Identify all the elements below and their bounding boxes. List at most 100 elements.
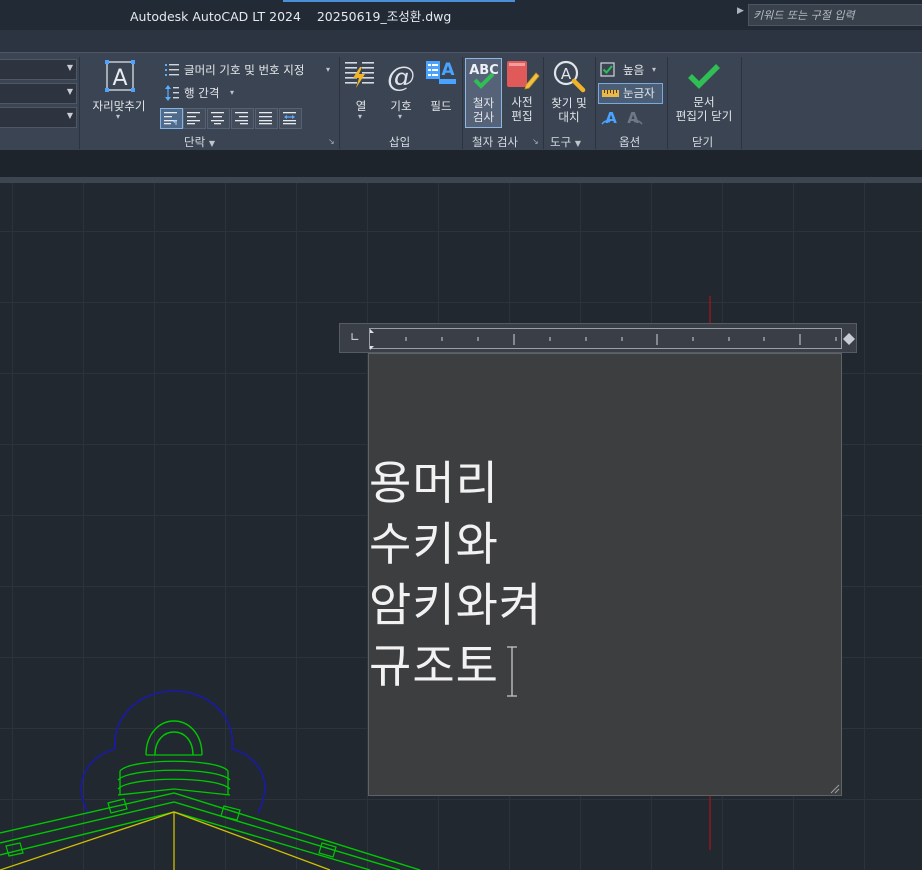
chevron-down-icon: ▾ <box>326 65 331 74</box>
align-center-icon <box>211 112 224 125</box>
ruler-icon <box>602 90 619 97</box>
justify-label: 자리맞추기 <box>92 99 146 113</box>
align-center-button[interactable] <box>207 108 230 129</box>
line-spacing-label: 행 간격 <box>184 86 220 100</box>
find-replace-button[interactable]: A 찾기 및 대치 <box>547 57 591 127</box>
chevron-down-icon: ▾ <box>398 112 403 121</box>
drawing-canvas[interactable]: ∟ 용머리 수키와 암키와켜 규조토 <box>0 183 922 870</box>
spell-check-button[interactable]: ABC 철자 검사 <box>465 58 502 128</box>
paragraph-panel-title[interactable]: 단락 ▼ <box>184 134 215 150</box>
text-cursor-icon <box>507 646 517 697</box>
chevron-down-icon: ▼ <box>66 63 73 72</box>
distribute-icon <box>283 112 296 125</box>
svg-text:A: A <box>627 109 639 127</box>
field-button[interactable]: A 필드 <box>423 57 459 113</box>
field-icon: A <box>426 60 456 84</box>
canvas-header <box>0 150 922 177</box>
chevron-down-icon: ▼ <box>66 87 73 96</box>
resize-grip-icon[interactable] <box>828 782 840 794</box>
chevron-down-icon: ▾ <box>358 112 363 121</box>
dialog-launcher-icon[interactable]: ↘ <box>328 137 335 146</box>
close-editor-button[interactable]: 문서 편집기 닫기 <box>670 57 738 127</box>
find-replace-icon: A <box>553 60 586 93</box>
align-left-paragraph-button[interactable]: ¶ <box>160 108 183 129</box>
svg-text:ABC: ABC <box>469 63 499 78</box>
text-ruler[interactable]: ∟ <box>339 323 857 353</box>
align-left-button[interactable] <box>183 108 206 129</box>
columns-icon <box>345 62 374 88</box>
dialog-launcher-icon[interactable]: ↘ <box>532 137 539 146</box>
text-redo-icon: A <box>627 109 643 127</box>
spell-check-label-1: 철자 <box>472 96 495 110</box>
chevron-down-icon: ▾ <box>652 65 657 74</box>
spell-check-label-2: 검사 <box>472 110 495 124</box>
chevron-down-icon: ▼ <box>574 139 581 148</box>
ruler-track[interactable] <box>369 328 842 350</box>
bullets-label: 글머리 기호 및 번호 지정 <box>184 63 305 77</box>
panel-divider <box>667 57 668 149</box>
height-option-button[interactable]: 높음 ▾ <box>599 61 661 79</box>
file-name: 20250619_조성환.dwg <box>316 9 452 24</box>
ribbon: ▼ ▼ ▼ A 자리맞추기 ▾ 글머리 기호 및 번호 지정 ▾ 행 간격 ▾ … <box>0 52 922 151</box>
window-title: Autodesk AutoCAD LT 2024 20250619_조성환.dw… <box>130 6 451 25</box>
insert-panel-title: 삽입 <box>389 135 411 149</box>
chevron-down-icon: ▼ <box>208 139 215 148</box>
height-option-label: 높음 <box>623 63 645 77</box>
title-bar: Autodesk AutoCAD LT 2024 20250619_조성환.dw… <box>0 0 922 30</box>
line-spacing-button[interactable]: 행 간격 ▾ <box>163 84 243 102</box>
style-dropdown[interactable]: ▼ <box>0 59 77 80</box>
ruler-resize-diamond-icon[interactable] <box>843 333 855 345</box>
tools-panel-title[interactable]: 도구 ▼ <box>550 134 581 150</box>
checkmark-icon <box>688 64 720 89</box>
panel-divider <box>79 57 80 149</box>
chevron-down-icon: ▼ <box>66 111 73 120</box>
checkbox-checked-icon <box>600 62 615 77</box>
distribute-button[interactable] <box>279 108 302 129</box>
justify-align-button[interactable] <box>255 108 278 129</box>
align-right-icon <box>235 112 248 125</box>
svg-text:A: A <box>112 66 127 91</box>
search-input[interactable] <box>753 7 918 23</box>
symbol-button[interactable]: @ 기호 ▾ <box>383 57 419 123</box>
panel-divider <box>741 57 742 149</box>
svg-text:@: @ <box>387 60 415 93</box>
text-line[interactable]: 용머리 <box>369 453 542 514</box>
panel-divider <box>339 57 340 149</box>
edit-dictionary-button[interactable]: 사전 편집 <box>504 57 540 127</box>
tab-strip <box>0 30 922 52</box>
options-panel-title: 옵션 <box>619 135 641 149</box>
font-dropdown[interactable]: ▼ <box>0 83 77 104</box>
panel-divider <box>595 57 596 149</box>
tab-stop-icon[interactable]: ∟ <box>350 330 360 344</box>
text-line[interactable]: 수키와 <box>369 514 542 575</box>
justify-button[interactable]: A 자리맞추기 ▾ <box>83 57 155 123</box>
svg-text:A: A <box>605 109 617 127</box>
svg-text:A: A <box>441 60 455 80</box>
color-dropdown[interactable]: ▼ <box>0 107 77 128</box>
dictionary-icon <box>507 61 540 90</box>
text-line[interactable]: 암키와켜 <box>369 575 542 636</box>
columns-button[interactable]: 열 ▾ <box>343 57 379 123</box>
ruler-label: 눈금자 <box>623 86 655 100</box>
align-right-button[interactable] <box>231 108 254 129</box>
search-box[interactable] <box>748 4 922 26</box>
panel-divider <box>543 57 544 149</box>
panel-divider <box>462 57 463 149</box>
align-left-icon <box>187 112 200 125</box>
spell-check-panel-title: 철자 검사 <box>472 135 518 149</box>
columns-label: 열 <box>355 99 367 113</box>
svg-text:¶: ¶ <box>173 119 177 125</box>
text-undo-icon: A <box>601 109 617 127</box>
svg-text:A: A <box>561 65 572 83</box>
search-expand-icon[interactable]: ▶ <box>737 6 744 16</box>
symbol-label: 기호 <box>390 99 412 113</box>
spell-check-icon: ABC <box>469 63 499 89</box>
app-name: Autodesk AutoCAD LT 2024 <box>130 9 301 24</box>
chevron-down-icon: ▾ <box>116 112 121 121</box>
dictionary-label-2: 편집 <box>511 109 533 123</box>
undo-format-button[interactable]: A <box>600 108 620 128</box>
ruler-toggle-button[interactable]: 눈금자 <box>598 83 663 104</box>
dictionary-label-1: 사전 <box>511 95 533 109</box>
redo-format-button: A <box>624 108 644 128</box>
bullets-button[interactable]: 글머리 기호 및 번호 지정 ▾ <box>163 61 335 79</box>
